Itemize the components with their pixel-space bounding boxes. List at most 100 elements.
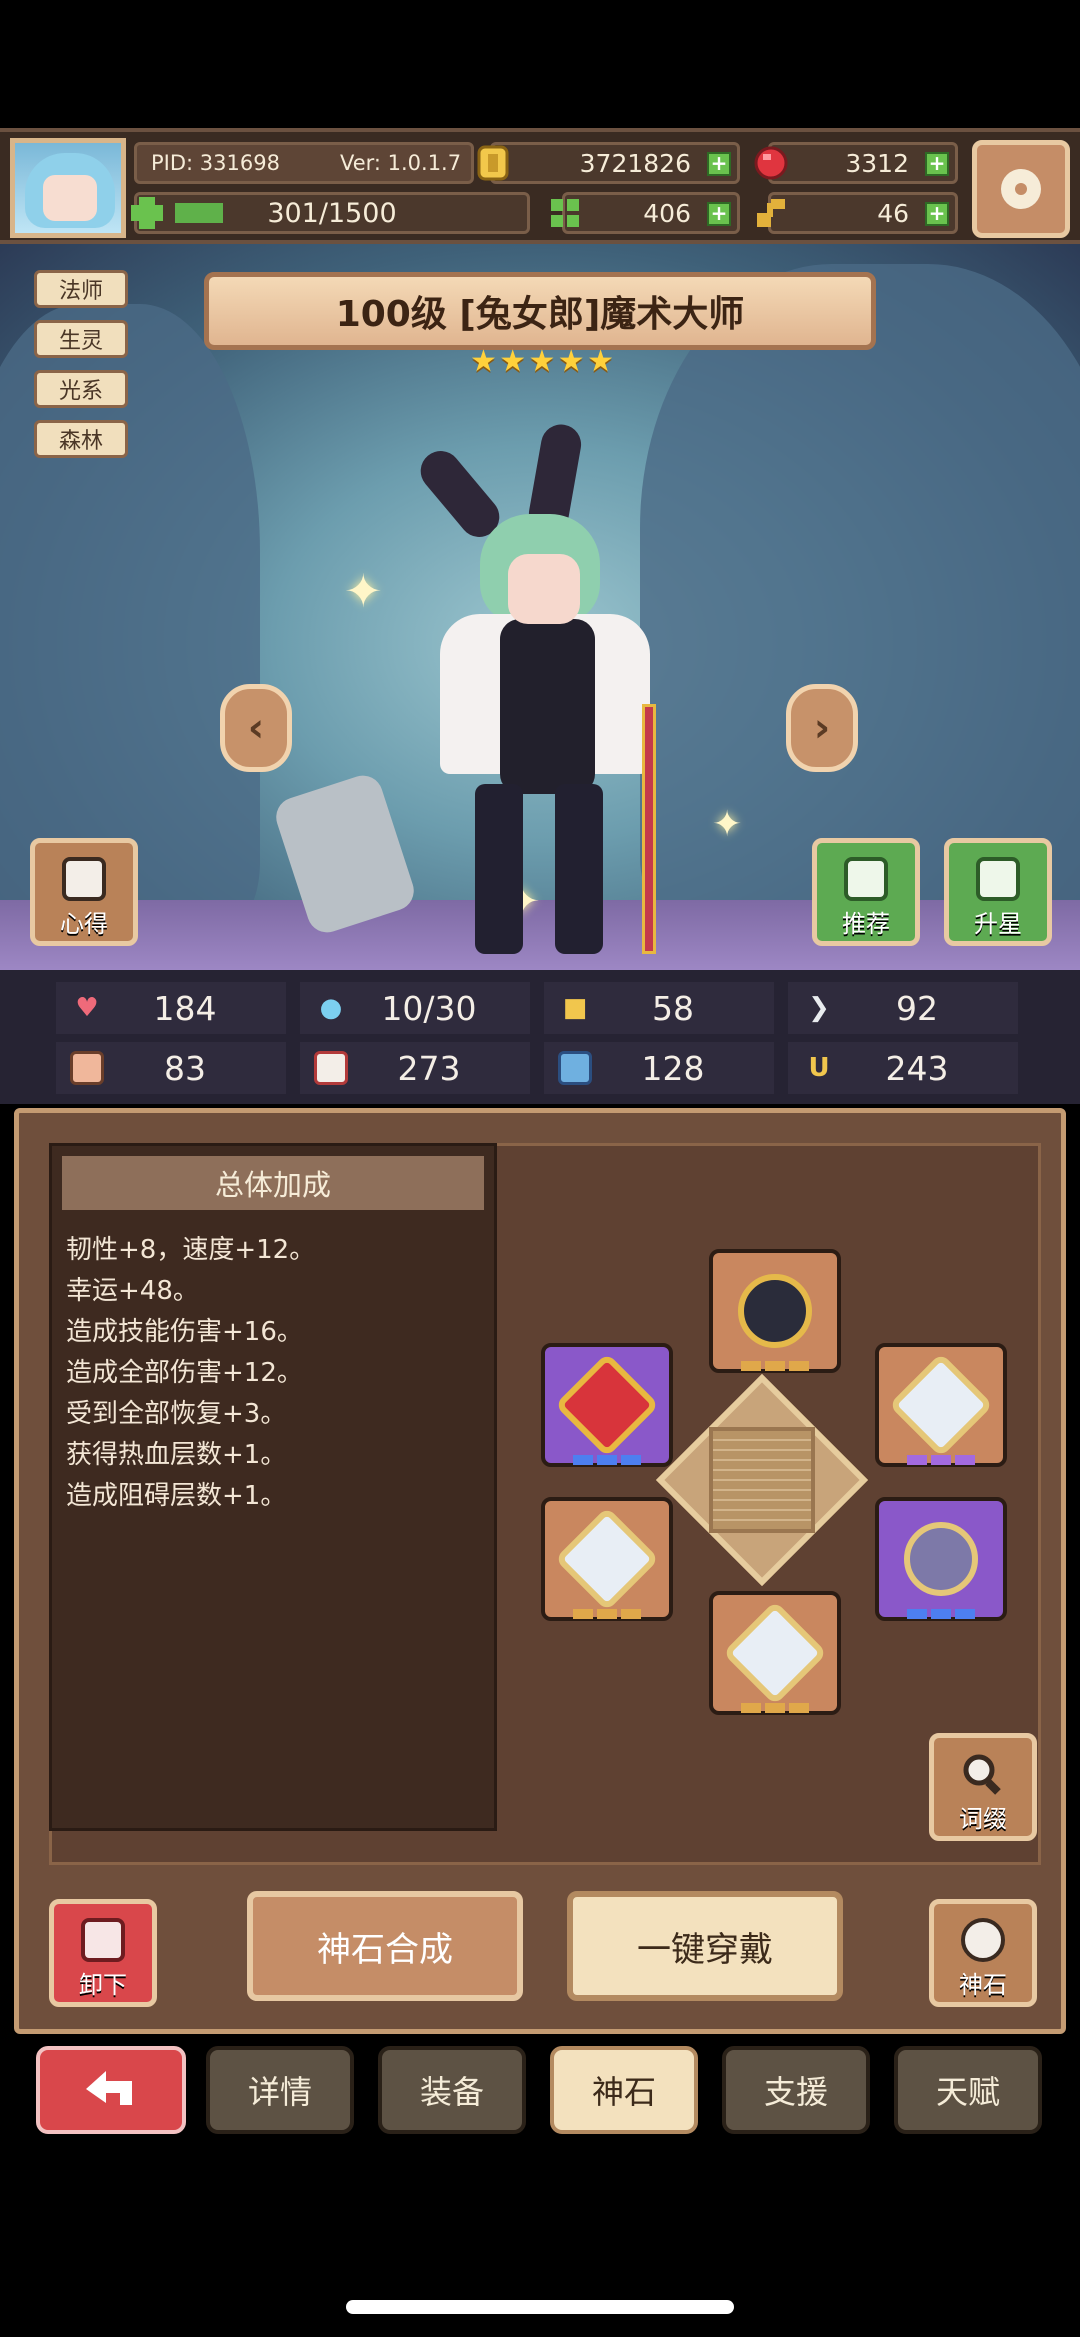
gem-slot-bottom[interactable] (709, 1591, 841, 1715)
prev-hero-button[interactable]: ‹ (220, 684, 292, 772)
stat-speed: ❯ 92 (788, 982, 1018, 1034)
godstone-button[interactable]: 神石 (929, 1899, 1037, 2007)
key-counter: 46 + (757, 192, 958, 234)
tab-godstone[interactable]: 神石 (550, 2046, 698, 2134)
bottom-tabbar: 详情 装备 神石 支援 天赋 (0, 2036, 1080, 2136)
affix-button[interactable]: 词缀 (929, 1733, 1037, 1841)
stat-resist-value: 128 (641, 1048, 705, 1088)
tree-right (640, 264, 1080, 924)
journal-icon (62, 857, 106, 901)
magnifier-icon (961, 1752, 1005, 1796)
godstone-panel: 总体加成 韧性+8，速度+12。 幸运+48。 造成技能伤害+16。 造成全部伤… (14, 1108, 1066, 2034)
star-up-label: 升星 (974, 910, 1022, 938)
key-icon (757, 199, 785, 227)
tag-class: 法师 (34, 270, 128, 308)
star-up-button[interactable]: 升星 (944, 838, 1052, 946)
bonus-line: 受到全部恢复+3。 (66, 1399, 287, 1429)
gold-value: 3721826 (579, 148, 691, 178)
clover-value: 406 (643, 198, 691, 228)
stat-luck-value: 243 (885, 1048, 949, 1088)
water-drop-icon: ● (319, 993, 343, 1023)
wing-icon: ❯ (808, 993, 830, 1023)
unequip-button[interactable]: 卸下 (49, 1899, 157, 2007)
recommend-button[interactable]: 推荐 (812, 838, 920, 946)
pid-text: PID: 331698 (151, 151, 280, 175)
star-icon (976, 857, 1020, 901)
bonus-line: 造成全部伤害+12。 (66, 1358, 303, 1388)
tab-details[interactable]: 详情 (206, 2046, 354, 2134)
gem-slot-left-top[interactable] (541, 1343, 673, 1467)
shield-icon: ■ (562, 993, 588, 1023)
tab-talent[interactable]: 天赋 (894, 2046, 1042, 2134)
stat-mana: ● 10/30 (300, 982, 530, 1034)
gem-slot-left-bottom[interactable] (541, 1497, 673, 1621)
home-indicator[interactable] (346, 2300, 734, 2314)
bonus-title: 总体加成 (62, 1156, 484, 1210)
exp-bar: 301/1500 (131, 192, 530, 234)
thumbs-up-icon (844, 857, 888, 901)
horseshoe-icon: U (808, 1053, 830, 1083)
red-gem-icon (754, 146, 788, 180)
gear-icon (1001, 169, 1041, 209)
exp-text: 301/1500 (267, 197, 397, 229)
red-gem-icon (554, 1352, 660, 1458)
gem-slot-right-top[interactable] (875, 1343, 1007, 1467)
stat-defense: ■ 58 (544, 982, 774, 1034)
godstone-label: 神石 (959, 1971, 1007, 1999)
clover-counter: 406 + (551, 192, 740, 234)
affix-label: 词缀 (959, 1805, 1007, 1833)
stat-attack-value: 83 (164, 1048, 206, 1088)
stat-resist: 128 (544, 1042, 774, 1094)
bonus-line: 造成阻碍层数+1。 (66, 1481, 287, 1511)
unequip-label: 卸下 (79, 1971, 127, 1999)
add-key-button[interactable]: + (925, 202, 949, 226)
tab-support[interactable]: 支援 (722, 2046, 870, 2134)
stat-mana-value: 10/30 (381, 988, 477, 1028)
settings-button[interactable] (972, 140, 1070, 238)
star-icon: ★ (528, 344, 556, 379)
add-clover-button[interactable]: + (707, 202, 731, 226)
next-hero-button[interactable]: › (786, 684, 858, 772)
bonus-line: 造成技能伤害+16。 (66, 1317, 303, 1347)
gem-slot-top[interactable] (709, 1249, 841, 1373)
stat-defense-value: 58 (652, 988, 694, 1028)
chevron-right-icon: › (813, 705, 831, 751)
tag-race: 生灵 (34, 320, 128, 358)
player-avatar[interactable] (10, 138, 126, 238)
add-gold-button[interactable]: + (707, 152, 731, 176)
pearl-icon (888, 1506, 994, 1612)
book-icon (314, 1051, 348, 1085)
white-gem-icon (888, 1352, 994, 1458)
gem-counter: 3312 + (754, 142, 958, 184)
tag-element: 光系 (34, 370, 128, 408)
hero-scene: 法师 生灵 光系 森林 100级 [兔女郎]魔术大师 ★★★★★ ✦ ✦ ✦ ‹… (0, 244, 1080, 970)
version-text: Ver: 1.0.1.7 (339, 151, 462, 175)
godstone-core-grid (709, 1427, 815, 1533)
hero-title: 100级 [兔女郎]魔术大师 (204, 272, 876, 350)
arrow-down-icon (81, 1918, 125, 1962)
gold-coin-icon (477, 145, 509, 181)
gem-slot-right-bottom[interactable] (875, 1497, 1007, 1621)
recommend-label: 推荐 (842, 910, 890, 938)
tab-equipment[interactable]: 装备 (378, 2046, 526, 2134)
synthesize-button[interactable]: 神石合成 (247, 1891, 523, 2001)
gold-counter: 3721826 + (477, 142, 740, 184)
stats-panel: ♥ 184 ● 10/30 ■ 58 ❯ 92 83 273 128 U 243 (0, 970, 1080, 1104)
sparkle-icon: ✦ (344, 564, 383, 618)
gem-value: 3312 (845, 148, 909, 178)
star-icon: ★ (470, 344, 497, 379)
heart-icon: ♥ (75, 993, 99, 1023)
black-orb-icon (722, 1258, 828, 1364)
pid-version-box: PID: 331698 Ver: 1.0.1.7 (134, 142, 474, 184)
insight-button[interactable]: 心得 (30, 838, 138, 946)
add-gem-button[interactable]: + (925, 152, 949, 176)
sparkle-icon: ✦ (712, 804, 743, 845)
stat-magic: 273 (300, 1042, 530, 1094)
stat-attack: 83 (56, 1042, 286, 1094)
back-button[interactable] (36, 2046, 186, 2134)
white-gem-icon (722, 1600, 828, 1706)
bonus-box: 总体加成 韧性+8，速度+12。 幸运+48。 造成技能伤害+16。 造成全部伤… (49, 1143, 497, 1831)
one-click-equip-button[interactable]: 一键穿戴 (567, 1891, 843, 2001)
star-rating: ★ ★ ★ ★ ★ (470, 344, 614, 379)
tag-region: 森林 (34, 420, 128, 458)
